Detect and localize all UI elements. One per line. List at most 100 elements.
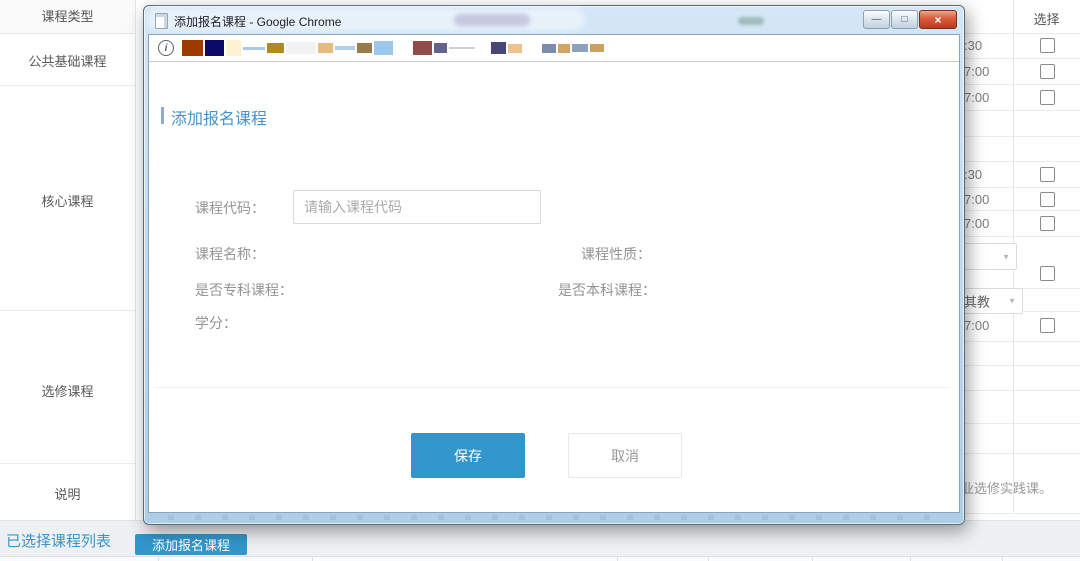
time-cell: 7:00 xyxy=(964,192,990,207)
select-checkbox[interactable] xyxy=(1040,38,1055,53)
course-type-cell: 选修课程 xyxy=(41,384,94,399)
row-divider xyxy=(962,110,1080,111)
window-titlebar[interactable]: 添加报名课程 - Google Chrome — □ × xyxy=(144,6,964,34)
select-checkbox[interactable] xyxy=(1040,318,1055,333)
section-title: 添加报名课程 xyxy=(171,111,268,128)
redacted-block xyxy=(558,43,570,53)
cancel-button[interactable]: 取消 xyxy=(568,433,682,478)
row-divider xyxy=(962,210,1080,211)
is-undergraduate-course-label: 是否本科课程： xyxy=(558,282,656,298)
redacted-block xyxy=(524,43,540,53)
redacted-block xyxy=(508,43,522,53)
chevron-down-icon: ▼ xyxy=(1002,252,1010,261)
row-divider xyxy=(0,85,135,86)
save-button[interactable]: 保存 xyxy=(411,433,525,478)
redacted-block xyxy=(318,43,333,53)
redacted-block xyxy=(335,46,355,50)
info-icon[interactable]: i xyxy=(158,40,174,56)
time-cell: 7:00 xyxy=(964,216,990,231)
select-checkbox[interactable] xyxy=(1040,266,1055,281)
selected-course-bar: 已选择课程列表 添加报名课程 xyxy=(0,520,1080,557)
is-college-course-label: 是否专科课程： xyxy=(195,282,293,298)
row-divider xyxy=(962,423,1080,424)
course-name-label: 课程名称： xyxy=(195,246,265,262)
window-bottom-texture xyxy=(168,515,940,520)
course-table-right-edge: 选择 :30 7:00 7:00 :30 7:00 7:00 7:00 ▼ 其教… xyxy=(948,0,1080,520)
document-icon xyxy=(155,13,168,29)
column-divider xyxy=(708,557,709,561)
window-title: 添加报名课程 - Google Chrome xyxy=(174,15,342,29)
minimize-button[interactable]: — xyxy=(863,10,890,29)
select-checkbox[interactable] xyxy=(1040,192,1055,207)
row-divider xyxy=(0,463,135,464)
column-divider xyxy=(312,557,313,561)
select-checkbox[interactable] xyxy=(1040,64,1055,79)
redacted-block xyxy=(434,43,447,53)
section-title-bar xyxy=(161,107,164,124)
close-button[interactable]: × xyxy=(919,10,957,29)
redacted-text xyxy=(454,14,530,26)
time-cell: 7:00 xyxy=(964,90,990,105)
redacted-block xyxy=(491,42,506,54)
select-checkbox[interactable] xyxy=(1040,167,1055,182)
table-header-strip xyxy=(0,556,1080,561)
course-type-cell: 核心课程 xyxy=(41,194,94,209)
column-divider xyxy=(617,557,618,561)
table-divider xyxy=(135,0,136,520)
redacted-text xyxy=(738,17,764,25)
row-divider xyxy=(962,341,1080,342)
course-code-label: 课程代码： xyxy=(195,200,265,216)
time-cell: 7:00 xyxy=(964,64,990,79)
add-course-button[interactable]: 添加报名课程 xyxy=(135,534,247,555)
row-divider xyxy=(962,58,1080,59)
redacted-block xyxy=(477,47,489,49)
row-divider xyxy=(962,187,1080,188)
row-divider xyxy=(962,365,1080,366)
redacted-url-blocks xyxy=(182,40,604,56)
category-dropdown-value: 其教 xyxy=(964,294,991,310)
course-code-input[interactable] xyxy=(293,190,541,224)
window-controls: — □ × xyxy=(862,10,957,29)
select-checkbox[interactable] xyxy=(1040,90,1055,105)
column-divider xyxy=(158,557,159,561)
redacted-block xyxy=(542,43,556,53)
redacted-block xyxy=(590,44,604,52)
row-divider xyxy=(962,390,1080,391)
redacted-block xyxy=(267,43,284,53)
page-info-bar: i xyxy=(149,35,959,62)
row-divider xyxy=(962,84,1080,85)
course-type-header: 课程类型 xyxy=(0,0,135,34)
row-divider xyxy=(962,161,1080,162)
maximize-button[interactable]: □ xyxy=(891,10,918,29)
row-divider xyxy=(962,33,1080,34)
select-checkbox[interactable] xyxy=(1040,216,1055,231)
add-course-window: 添加报名课程 - Google Chrome — □ × i 添加报名课程 课程… xyxy=(143,5,965,525)
row-divider xyxy=(962,136,1080,137)
time-cell: :30 xyxy=(964,38,983,53)
redacted-block xyxy=(374,41,393,55)
redacted-block xyxy=(205,40,224,56)
window-content: i 添加报名课程 课程代码： 课程名称： 课程性质： 是否专科课程： 是否本科课… xyxy=(148,34,960,513)
column-divider xyxy=(1002,557,1003,561)
row-divider xyxy=(962,513,1080,514)
row-divider xyxy=(962,453,1080,454)
column-divider xyxy=(910,557,911,561)
row-divider xyxy=(0,310,135,311)
category-dropdown[interactable]: 其教 ▼ xyxy=(955,288,1023,314)
selected-list-title: 已选择课程列表 xyxy=(6,533,112,550)
time-cell: 7:00 xyxy=(964,318,990,333)
redacted-block xyxy=(182,40,203,56)
course-nature-label: 课程性质： xyxy=(581,246,651,262)
course-type-cell: 说明 xyxy=(54,487,81,502)
form-divider xyxy=(156,387,948,388)
redacted-block xyxy=(395,47,411,49)
redacted-block xyxy=(413,41,432,55)
page: 课程类型 公共基础课程 核心课程 选修课程 说明 选择 :30 7:00 7:0… xyxy=(0,0,1080,561)
course-type-cell: 公共基础课程 xyxy=(28,54,107,69)
redacted-block xyxy=(449,47,475,49)
select-column-header: 选择 xyxy=(1033,12,1060,27)
redacted-block xyxy=(357,43,372,53)
credits-label: 学分： xyxy=(195,315,237,331)
redacted-block xyxy=(243,46,265,50)
redacted-block xyxy=(572,44,588,52)
